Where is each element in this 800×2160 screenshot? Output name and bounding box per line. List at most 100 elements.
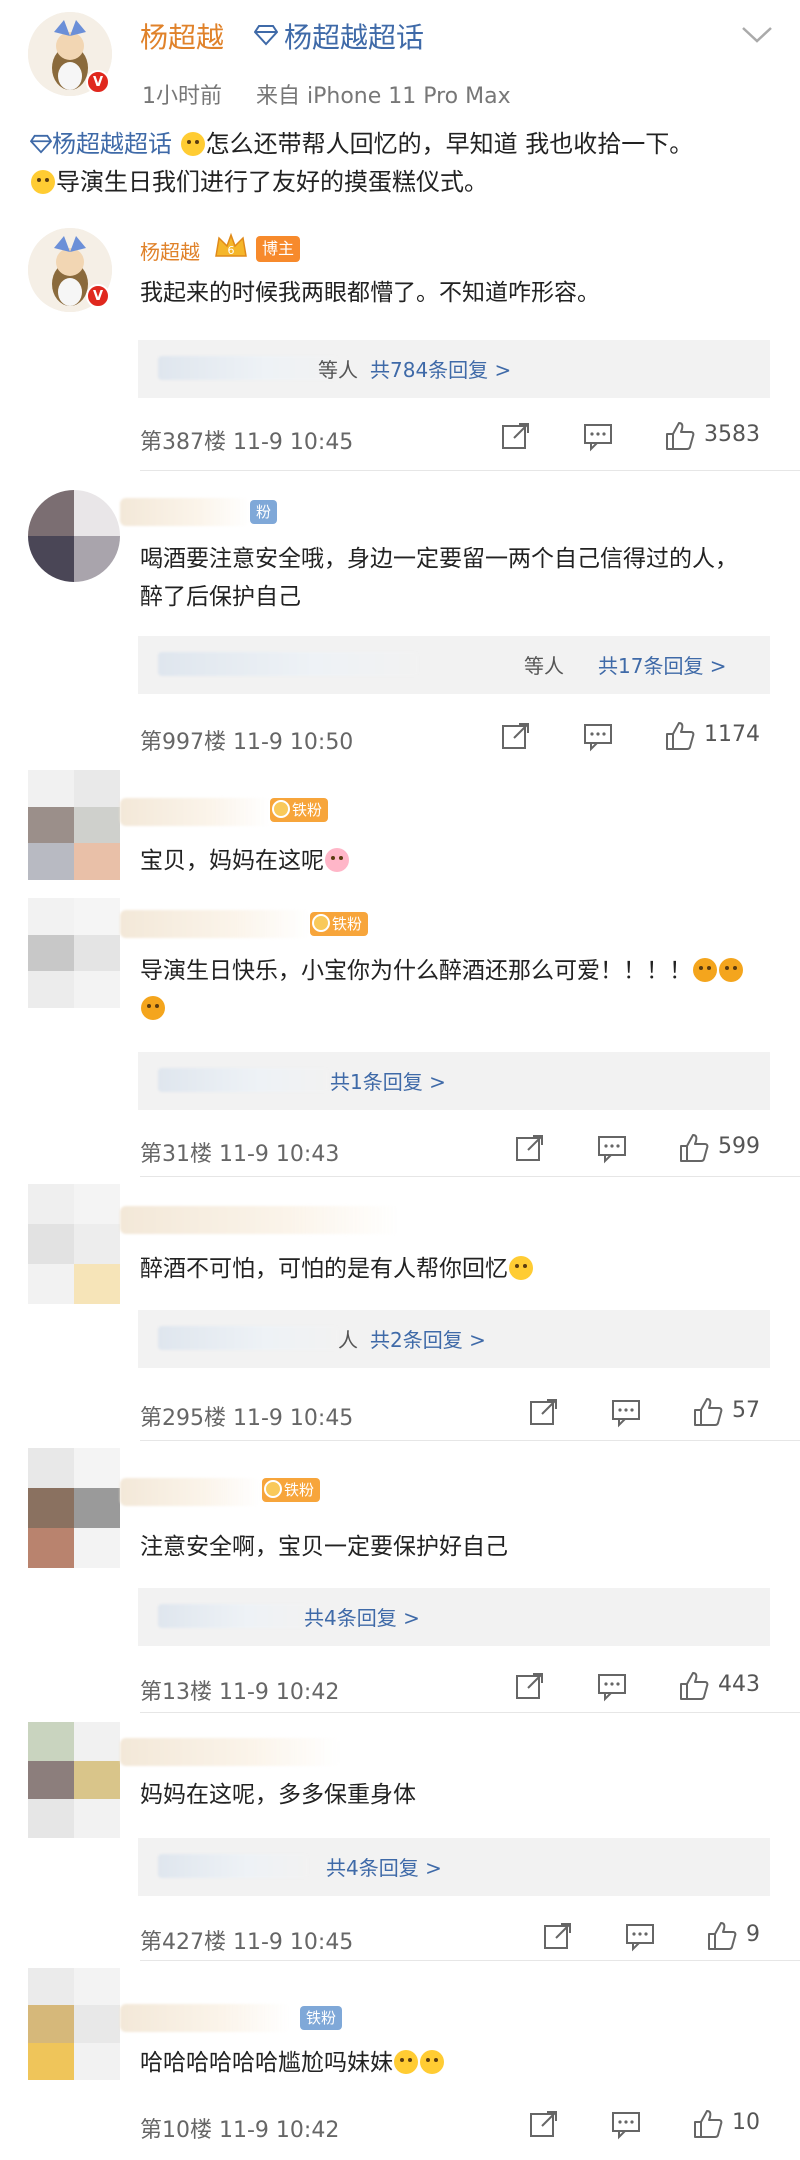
like-icon[interactable] <box>678 1670 710 1702</box>
comment-avatar-blurred[interactable] <box>28 1968 120 2080</box>
blurred-reply-names <box>158 1604 308 1628</box>
comment-text-content: 哈哈哈哈哈哈尴尬吗妹妹 <box>140 2050 393 2076</box>
cat-emoji-icon <box>509 1256 533 1280</box>
cat-emoji-icon <box>394 2050 418 2074</box>
like-icon[interactable] <box>664 720 696 752</box>
comment-text: 导演生日快乐，小宝你为什么醉酒还那么可爱！！！！ <box>140 952 760 1028</box>
reply-preview[interactable]: 等人 共784条回复 > <box>138 340 770 398</box>
like-icon[interactable] <box>692 2108 724 2140</box>
like-icon[interactable] <box>706 1920 738 1952</box>
reply-count-link[interactable]: 共1条回复 > <box>330 1066 446 1095</box>
fan-badge: 铁粉 <box>262 1478 321 1502</box>
comment-avatar-blurred[interactable] <box>28 490 120 582</box>
comment-text: 妈妈在这呢，多多保重身体 <box>140 1782 416 1808</box>
fan-badge: 铁粉 <box>270 798 329 822</box>
like-count: 1174 <box>704 722 760 747</box>
share-icon[interactable] <box>500 420 532 452</box>
reply-who: 等人 <box>318 358 358 382</box>
blurred-author-name <box>120 2004 290 2032</box>
fan-badge: 铁粉 <box>300 2006 343 2030</box>
pig-emoji-icon <box>325 848 349 872</box>
baby-emoji-icon <box>180 132 205 156</box>
post-author-name[interactable]: 杨超越 <box>140 16 224 56</box>
comment-text: 哈哈哈哈哈哈尴尬吗妹妹 <box>140 2044 760 2082</box>
comment-avatar-blurred[interactable] <box>28 1722 120 1838</box>
reply-preview[interactable]: 等人 共17条回复 > <box>138 636 770 694</box>
comment-avatar-blurred[interactable] <box>28 770 120 880</box>
comment-icon[interactable] <box>596 1132 628 1164</box>
like-count: 599 <box>718 1134 760 1159</box>
blurred-author-name <box>120 1738 340 1766</box>
share-icon[interactable] <box>542 1920 574 1952</box>
comment-icon[interactable] <box>582 420 614 452</box>
comment-avatar-blurred[interactable] <box>28 1184 120 1304</box>
comment-icon[interactable] <box>624 1920 656 1952</box>
comment-author-name[interactable]: 杨超越 <box>140 236 200 265</box>
crown-badge-icon: 6 <box>212 232 250 266</box>
like-icon[interactable] <box>678 1132 710 1164</box>
share-icon[interactable] <box>528 2108 560 2140</box>
post-body-line-2: 导演生日我们进行了友好的摸蛋糕仪式。 <box>30 164 790 200</box>
cat-emoji-icon <box>31 170 55 194</box>
comment-divider <box>140 1176 800 1177</box>
reply-who: 等人 <box>524 654 564 678</box>
comment-floor-time: 第31楼 11-9 10:43 <box>140 1142 340 1167</box>
like-count: 9 <box>746 1922 760 1947</box>
like-count: 10 <box>732 2110 760 2135</box>
reply-count-link[interactable]: 共4条回复 > <box>304 1602 420 1631</box>
comment-text-content: 导演生日快乐，小宝你为什么醉酒还那么可爱！！！！ <box>140 958 692 984</box>
comment-text-content: 宝贝，妈妈在这呢 <box>140 848 324 874</box>
reply-count-link[interactable]: 共784条回复 > <box>370 354 511 383</box>
post-topic-link[interactable]: 杨超越超话 <box>284 16 424 56</box>
post-topic-inline-link[interactable]: 杨超越超话 <box>52 130 172 158</box>
comment-avatar-blurred[interactable] <box>28 898 120 1008</box>
comment-floor-time: 第295楼 11-9 10:45 <box>140 1406 354 1431</box>
blurred-reply-names <box>158 652 418 676</box>
comment-text: 我起来的时候我两眼都懵了。不知道咋形容。 <box>140 280 600 306</box>
blurred-author-name <box>120 498 250 526</box>
share-icon[interactable] <box>514 1132 546 1164</box>
comment-icon[interactable] <box>610 2108 642 2140</box>
verified-badge-icon: V <box>86 284 110 308</box>
share-icon[interactable] <box>514 1670 546 1702</box>
blurred-reply-names <box>158 1068 328 1092</box>
blurred-author-name <box>120 1206 400 1234</box>
crying-emoji-icon <box>141 996 165 1020</box>
chevron-down-icon[interactable] <box>740 24 774 50</box>
comment-divider <box>140 1440 800 1441</box>
reply-count-link[interactable]: 共4条回复 > <box>326 1852 442 1881</box>
share-icon[interactable] <box>500 720 532 752</box>
reply-preview[interactable]: 共4条回复 > <box>138 1838 770 1896</box>
like-icon[interactable] <box>692 1396 724 1428</box>
blurred-reply-names <box>158 356 338 380</box>
fan-badge: 粉 <box>250 500 278 524</box>
comment-text-content: 醉酒不可怕，可怕的是有人帮你回忆 <box>140 1256 508 1282</box>
topic-diamond-icon <box>253 24 279 50</box>
comment-text: 醉酒不可怕，可怕的是有人帮你回忆 <box>140 1250 760 1288</box>
reply-preview[interactable]: 共4条回复 > <box>138 1588 770 1646</box>
share-icon[interactable] <box>528 1396 560 1428</box>
comment-text: 宝贝，妈妈在这呢 <box>140 842 760 880</box>
comment-icon[interactable] <box>596 1670 628 1702</box>
like-icon[interactable] <box>664 420 696 452</box>
like-count: 57 <box>732 1398 760 1423</box>
reply-count-link[interactable]: 共17条回复 > <box>598 650 727 679</box>
comment-icon[interactable] <box>582 720 614 752</box>
reply-count-link[interactable]: 共2条回复 > <box>370 1324 486 1353</box>
reply-preview[interactable]: 共1条回复 > <box>138 1052 770 1110</box>
comment-text: 注意安全啊，宝贝一定要保护好自己 <box>140 1534 508 1560</box>
post-text-line-2: 导演生日我们进行了友好的摸蛋糕仪式。 <box>56 168 488 196</box>
blurred-author-name <box>120 1478 260 1506</box>
comment-icon[interactable] <box>610 1396 642 1428</box>
blurred-reply-names <box>158 1326 338 1350</box>
reply-who: 人 <box>338 1328 358 1352</box>
topic-diamond-icon <box>29 130 53 158</box>
reply-preview[interactable]: 人 共2条回复 > <box>138 1310 770 1368</box>
comment-floor-time: 第10楼 11-9 10:42 <box>140 2118 340 2143</box>
comment-floor-time: 第997楼 11-9 10:50 <box>140 730 354 755</box>
comment-divider <box>140 1712 800 1713</box>
comment-avatar-blurred[interactable] <box>28 1448 120 1568</box>
comment-divider <box>140 1960 800 1961</box>
post-body-line-1: 杨超越超话 怎么还带帮人回忆的，早知道 我也收拾一下。 <box>29 126 790 162</box>
comment-floor-time: 第13楼 11-9 10:42 <box>140 1680 340 1705</box>
